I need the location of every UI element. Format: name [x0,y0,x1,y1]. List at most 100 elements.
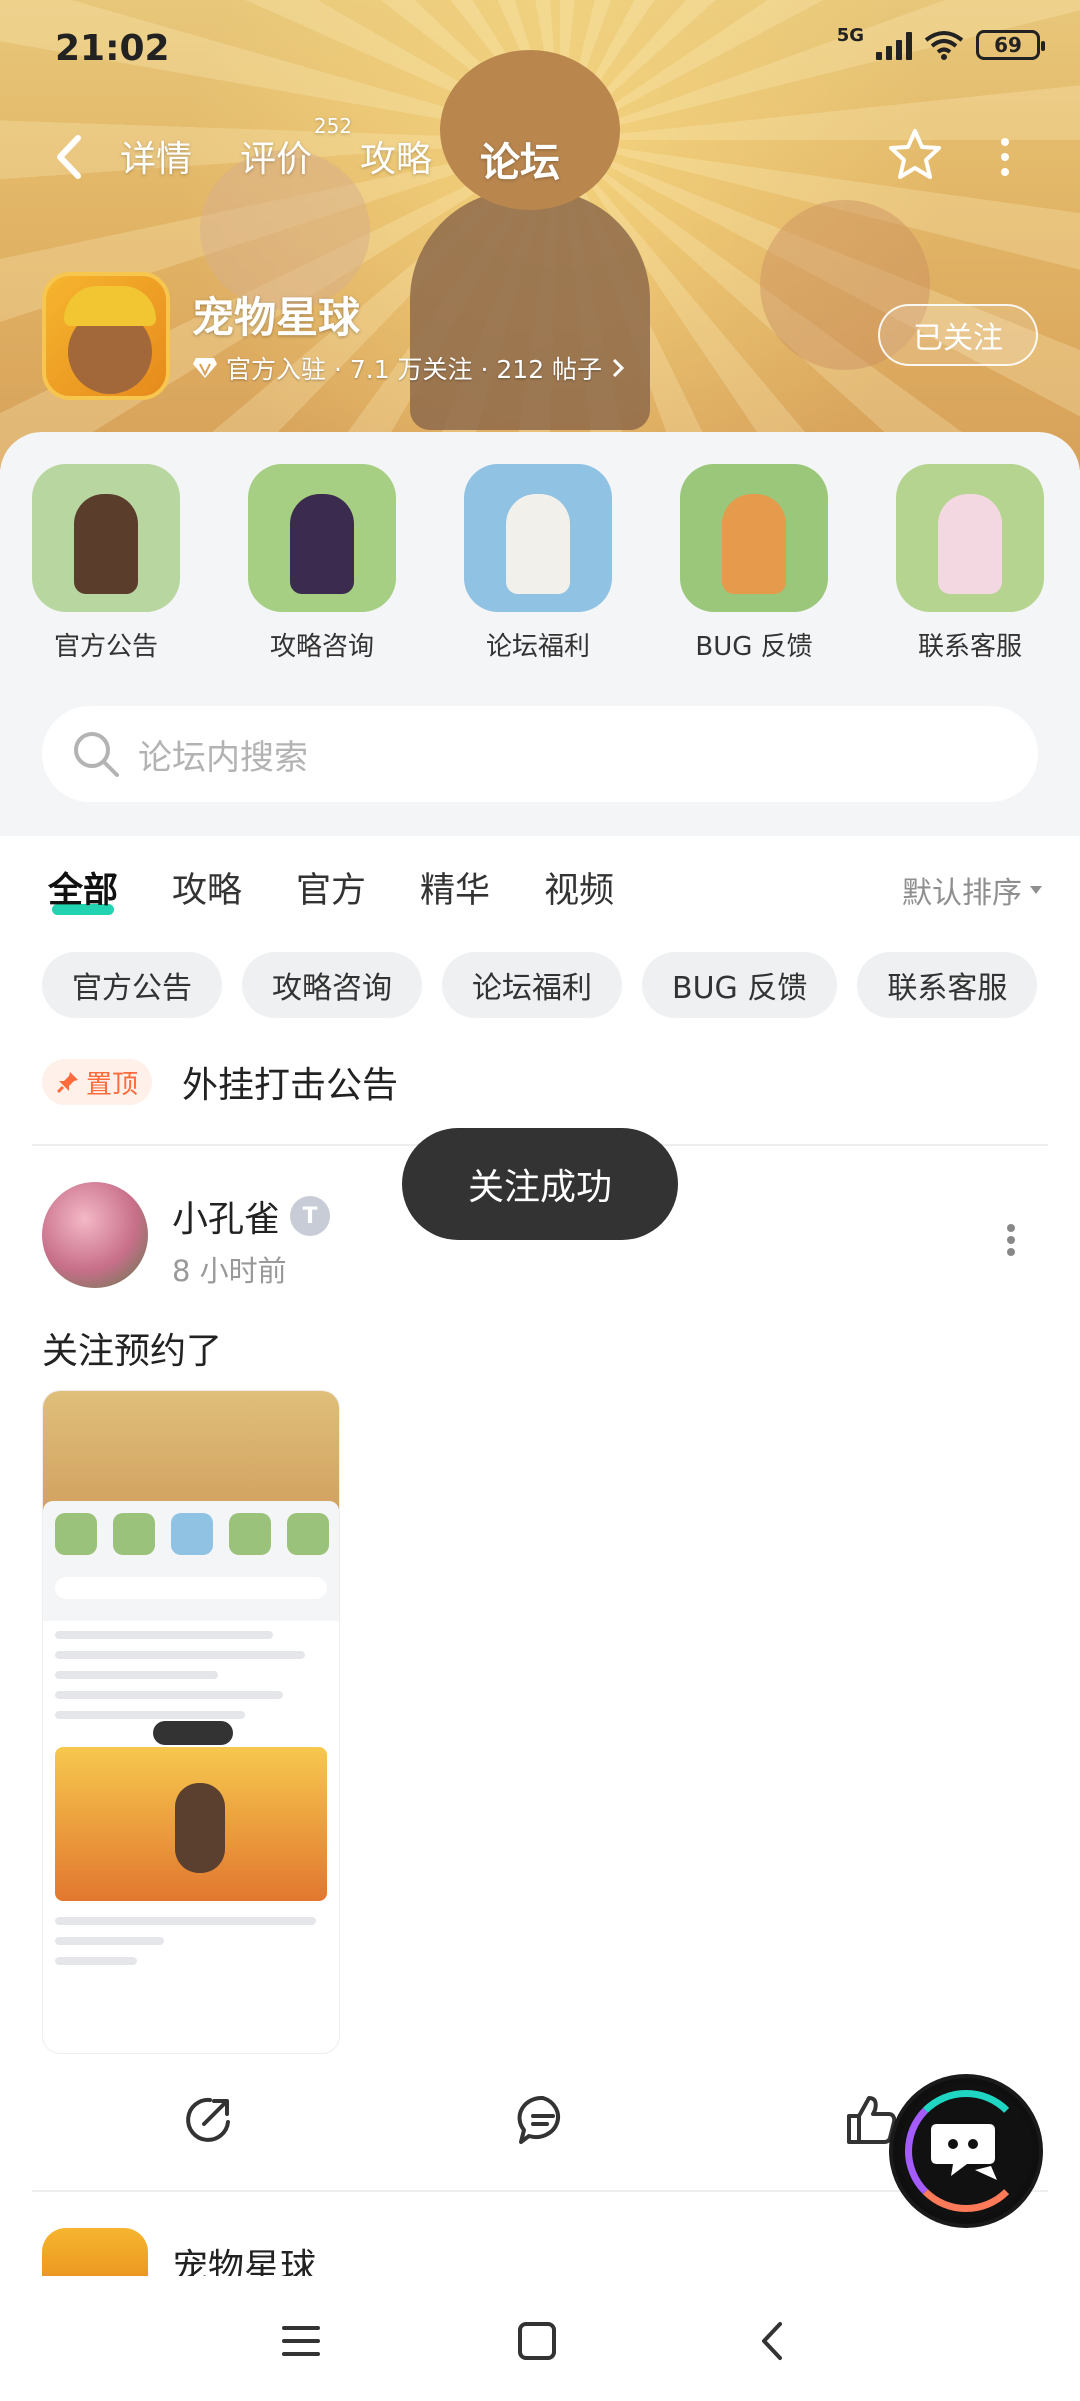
divider [32,2190,1048,2192]
category-welfare-image [464,464,612,612]
tab-reviews[interactable]: 评价 252 [240,114,352,188]
chip-welfare[interactable]: 论坛福利 [442,952,622,1018]
post-filter-tabs: 全部 攻略 官方 精华 视频 [48,862,614,915]
sort-label: 默认排序 [902,876,1022,911]
screenshot-mini-icon [287,1513,329,1555]
screenshot-mini-search [55,1577,327,1599]
pin-icon [56,1072,78,1094]
more-vertical-icon[interactable] [990,132,1020,182]
category-label: BUG 反馈 [695,632,813,662]
chip-bug-report[interactable]: BUG 反馈 [642,952,838,1018]
screenshot-mini-icon [113,1513,155,1555]
category-figure [506,494,570,594]
screenshot-toast [153,1721,233,1745]
battery-icon: 69 [976,30,1045,60]
pinned-post[interactable]: 置顶 外挂打击公告 [42,1056,398,1108]
wifi-icon [924,31,964,60]
chip-guide-consult[interactable]: 攻略咨询 [242,952,422,1018]
chip-announcements[interactable]: 官方公告 [42,952,222,1018]
star-icon[interactable] [885,125,945,185]
post-text: 关注预约了 [42,1331,223,1372]
pinned-title: 外挂打击公告 [182,1065,399,1106]
follow-button[interactable]: 已关注 [878,304,1038,366]
category-announcements-image [32,464,180,612]
game-meta[interactable]: 官方入驻 · 7.1 万关注 · 212 帖子 [192,350,626,386]
signal-icon [876,30,912,60]
filter-tab-guides[interactable]: 攻略 [172,862,242,913]
pinned-badge-label: 置顶 [86,1069,139,1100]
status-indicators: 5G 69 [837,25,1045,60]
status-time: 21:02 [55,28,170,69]
screenshot-artwork [55,1747,327,1901]
level-badge: T [290,1196,331,1236]
category-label: 联系客服 [917,632,1022,662]
category-label: 官方公告 [53,632,158,662]
game-meta-text: 官方入驻 · 7.1 万关注 · 212 帖子 [226,355,603,384]
category-announcements[interactable]: 官方公告 [32,464,180,663]
post-time: 8 小时前 [172,1254,287,1288]
category-guide-consult[interactable]: 攻略咨询 [248,464,396,663]
screenshot-mini-icon [171,1513,213,1555]
filter-tab-official[interactable]: 官方 [296,862,366,913]
back-icon[interactable] [50,132,90,182]
screenshot-header [43,1391,339,1511]
category-label: 论坛福利 [485,632,590,662]
tab-details[interactable]: 详情 [120,130,192,188]
chip-customer-service[interactable]: 联系客服 [857,952,1038,1018]
diamond-icon [193,358,217,378]
sort-dropdown[interactable]: 默认排序 [902,868,1044,912]
search-icon [74,732,119,777]
tab-guides[interactable]: 攻略 [360,130,432,188]
screenshot-panel [43,1501,339,1621]
pinned-badge: 置顶 [42,1059,153,1105]
toast-follow-success: 关注成功 [402,1128,678,1240]
icon-bear-hat [64,286,156,326]
reviews-count-badge: 252 [313,114,353,138]
system-navigation-bar [0,2276,1080,2401]
top-navigation: 详情 评价 252 攻略 论坛 [0,114,1080,190]
game-title: 宠物星球 [192,293,361,342]
filter-tab-video[interactable]: 视频 [544,862,614,913]
comment-icon[interactable] [515,2092,571,2148]
home-icon[interactable] [512,2316,562,2366]
filter-tab-all[interactable]: 全部 [48,862,118,915]
category-customer-service-image [896,464,1044,612]
category-customer-service[interactable]: 联系客服 [896,464,1044,663]
author-avatar[interactable] [42,1182,148,1288]
topic-chips: 官方公告 攻略咨询 论坛福利 BUG 反馈 联系客服 [42,952,1038,1018]
network-label: 5G [836,24,864,46]
back-icon[interactable] [748,2316,798,2366]
category-bug-report[interactable]: BUG 反馈 [680,464,828,663]
author-name: 小孔雀 [172,1199,281,1240]
post-image-screenshot[interactable] [42,1390,340,2054]
share-icon[interactable] [180,2092,236,2148]
category-welfare[interactable]: 论坛福利 [464,464,612,663]
caret-down-icon [1030,886,1042,894]
chat-assistant-button[interactable] [893,2078,1039,2224]
category-label: 攻略咨询 [269,632,374,662]
category-figure [290,494,354,594]
category-figure [938,494,1002,594]
game-info: 宠物星球 官方入驻 · 7.1 万关注 · 212 帖子 已关注 [42,272,1042,402]
forum-categories: 官方公告 攻略咨询 论坛福利 BUG 反馈 联系客服 [32,464,1044,663]
filter-tab-featured[interactable]: 精华 [420,862,490,913]
post-author[interactable]: 小孔雀 T [172,1190,331,1242]
thumbs-up-icon[interactable] [843,2092,899,2148]
category-guide-consult-image [248,464,396,612]
assistant-ring [905,2090,1027,2212]
search-placeholder: 论坛内搜索 [138,737,308,778]
menu-icon[interactable] [276,2316,326,2366]
screenshot-bear [175,1783,225,1873]
chevron-right-icon [613,358,625,378]
screenshot-mini-icon [55,1513,97,1555]
category-bug-report-image [680,464,828,612]
battery-level: 69 [994,33,1022,57]
forum-search-bar[interactable]: 论坛内搜索 [42,706,1038,802]
more-vertical-icon[interactable] [1000,1220,1022,1260]
screenshot-text-lines [43,1907,339,1987]
forum-panel: 官方公告 攻略咨询 论坛福利 BUG 反馈 联系客服 论坛内搜索 [0,432,1080,836]
game-app-icon[interactable] [42,272,170,400]
tab-forum[interactable]: 论坛 [480,130,561,190]
status-bar: 21:02 5G 69 [0,0,1080,100]
nav-tabs: 详情 评价 252 攻略 论坛 [120,114,561,190]
